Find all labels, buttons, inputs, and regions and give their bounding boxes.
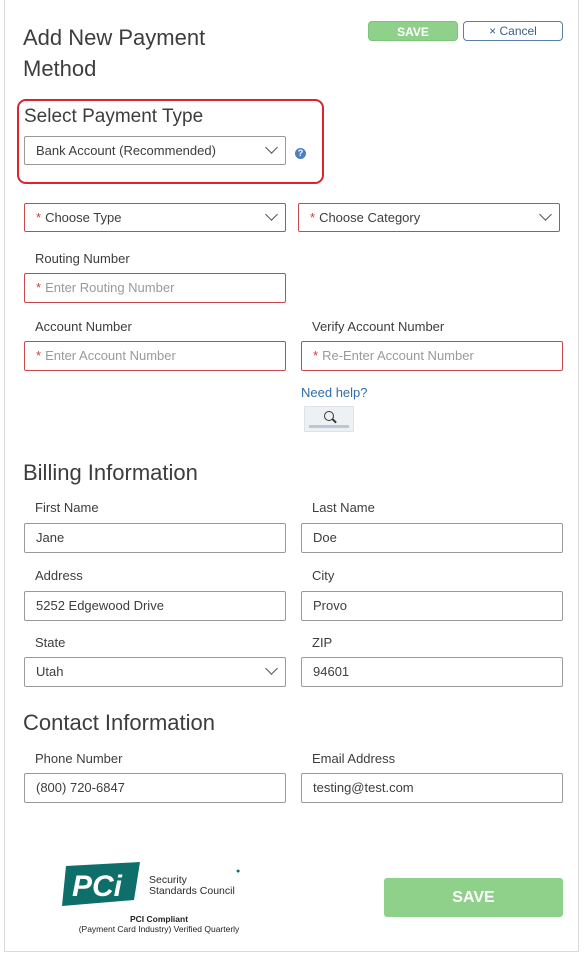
pci-compliance-note: PCI Compliant (Payment Card Industry) Ve… — [44, 914, 274, 934]
choose-type-select[interactable]: * Choose Type — [24, 203, 286, 232]
contact-heading: Contact Information — [23, 710, 215, 735]
verify-account-placeholder: Re-Enter Account Number — [322, 348, 474, 363]
pci-logo: PCi — [62, 860, 144, 908]
magnifier-icon — [324, 411, 334, 421]
address-label: Address — [35, 568, 83, 583]
verify-account-label: Verify Account Number — [312, 319, 445, 334]
zip-input[interactable]: 94601 — [301, 657, 563, 687]
chevron-down-icon — [265, 208, 278, 221]
email-input[interactable]: testing@test.com — [301, 773, 563, 803]
chevron-down-icon — [265, 141, 278, 154]
need-help-link[interactable]: Need help? — [301, 385, 368, 400]
last-name-label: Last Name — [312, 500, 375, 515]
account-number-label: Account Number — [35, 319, 132, 334]
last-name-input[interactable]: Doe — [301, 523, 563, 553]
registered-mark: ● — [236, 868, 241, 875]
chevron-down-icon — [265, 662, 278, 675]
phone-label: Phone Number — [35, 751, 123, 766]
required-asterisk: * — [36, 210, 42, 225]
state-label: State — [35, 635, 66, 650]
choose-category-select[interactable]: * Choose Category — [298, 203, 560, 232]
required-asterisk: * — [36, 280, 42, 295]
routing-number-label: Routing Number — [35, 251, 130, 266]
payment-type-value: Bank Account (Recommended) — [36, 143, 216, 158]
save-button-bottom[interactable]: SAVE — [384, 878, 563, 917]
pci-council-name: Security Standards Council — [149, 875, 235, 897]
city-input[interactable]: Provo — [301, 591, 563, 621]
pci-org-line2: Standards Council — [149, 885, 235, 897]
pci-mark: PCi — [72, 870, 123, 903]
check-example-thumbnail[interactable] — [304, 406, 354, 432]
cancel-button[interactable]: × Cancel — [463, 21, 563, 41]
routing-number-input[interactable]: * Enter Routing Number — [24, 273, 286, 303]
zip-label: ZIP — [312, 635, 333, 650]
address-input[interactable]: 5252 Edgewood Drive — [24, 591, 286, 621]
choose-type-placeholder: Choose Type — [45, 210, 122, 225]
required-asterisk: * — [310, 210, 316, 225]
choose-category-placeholder: Choose Category — [319, 210, 421, 225]
first-name-label: First Name — [35, 500, 99, 515]
city-label: City — [312, 568, 335, 583]
chevron-down-icon — [539, 208, 552, 221]
billing-heading: Billing Information — [23, 460, 198, 485]
phone-input[interactable]: (800) 720-6847 — [24, 773, 286, 803]
pci-logo-graphic: PCi — [62, 862, 140, 906]
account-number-input[interactable]: * Enter Account Number — [24, 341, 286, 371]
routing-number-placeholder: Enter Routing Number — [45, 280, 175, 295]
page-title: Add New Payment Method — [23, 25, 206, 81]
state-select[interactable]: Utah — [24, 657, 286, 687]
check-lines — [309, 425, 349, 428]
payment-type-select[interactable]: Bank Account (Recommended) — [24, 136, 286, 165]
first-name-input[interactable]: Jane — [24, 523, 286, 553]
required-asterisk: * — [36, 348, 42, 363]
account-number-placeholder: Enter Account Number — [45, 348, 176, 363]
state-value: Utah — [36, 664, 64, 679]
pci-verified-label: (Payment Card Industry) Verified Quarter… — [78, 924, 240, 934]
info-icon[interactable]: ? — [295, 148, 306, 159]
pci-compliant-label: PCI Compliant — [129, 914, 189, 924]
payment-type-heading: Select Payment Type — [24, 106, 204, 127]
required-asterisk: * — [313, 348, 319, 363]
email-label: Email Address — [312, 751, 396, 766]
verify-account-input[interactable]: * Re-Enter Account Number — [301, 341, 563, 371]
save-button-top[interactable]: SAVE — [368, 21, 458, 41]
